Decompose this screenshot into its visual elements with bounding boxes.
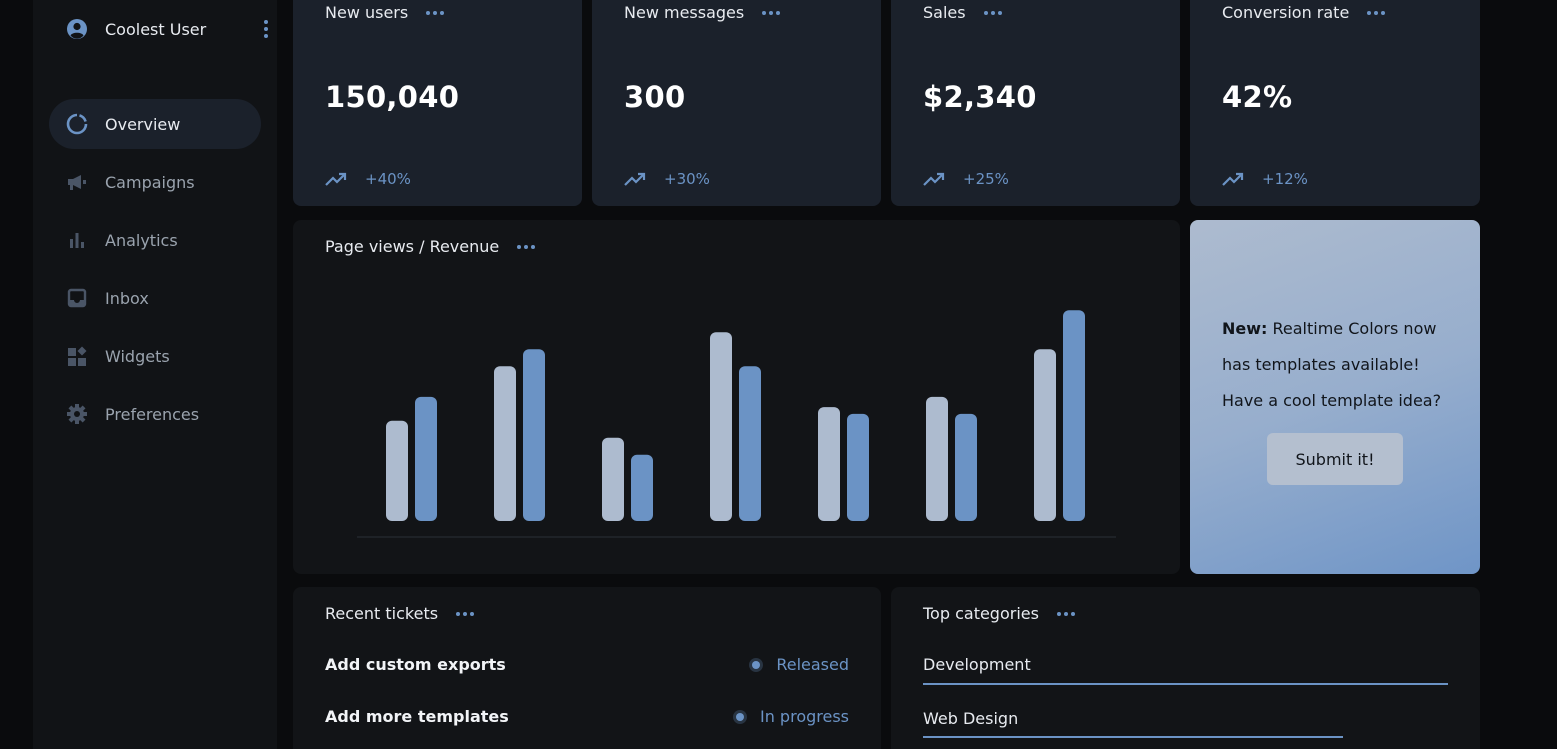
promo-text: New: Realtime Colors now has templates a… bbox=[1222, 311, 1462, 419]
status-dot-icon bbox=[735, 712, 744, 721]
chart-bar bbox=[415, 396, 437, 521]
trending-up-icon bbox=[1222, 172, 1244, 186]
overview-icon bbox=[66, 113, 88, 135]
tickets-title: Recent tickets bbox=[325, 604, 439, 623]
chart-bar bbox=[847, 413, 869, 521]
stat-card-conversion-rate: Conversion rate 42% +12% bbox=[1190, 0, 1480, 206]
sidebar-nav: Overview Campaigns Analytics Inbox Widge… bbox=[49, 99, 261, 447]
chart-bar bbox=[818, 407, 840, 521]
sidebar-item-inbox[interactable]: Inbox bbox=[49, 273, 261, 323]
user-menu-icon[interactable] bbox=[256, 19, 276, 39]
stat-title: Sales bbox=[923, 3, 966, 22]
gear-icon bbox=[66, 403, 88, 425]
chart-bar bbox=[1034, 349, 1056, 521]
chart-bar bbox=[602, 437, 624, 521]
promo-bold: New: bbox=[1222, 319, 1268, 338]
stat-value: 150,040 bbox=[325, 80, 460, 114]
sidebar: Coolest User Overview Campaigns Analytic… bbox=[33, 0, 277, 749]
sidebar-item-label: Overview bbox=[105, 114, 181, 134]
chart-bar bbox=[739, 366, 761, 521]
stat-value: $2,340 bbox=[923, 80, 1037, 114]
more-icon[interactable] bbox=[456, 611, 475, 616]
inbox-icon bbox=[66, 287, 88, 309]
sidebar-item-widgets[interactable]: Widgets bbox=[49, 331, 261, 381]
chart-bar bbox=[710, 332, 732, 521]
sidebar-item-label: Inbox bbox=[105, 288, 149, 308]
categories-title: Top categories bbox=[923, 604, 1039, 623]
ticket-status-label: In progress bbox=[759, 707, 849, 726]
category-label: Development bbox=[923, 655, 1031, 674]
page-views-revenue-card: Page views / Revenue bbox=[293, 220, 1180, 574]
chart-bar bbox=[1063, 310, 1085, 521]
chart-bar bbox=[631, 454, 653, 521]
more-icon[interactable] bbox=[983, 10, 1002, 15]
ticket-row[interactable]: Add custom exports Released bbox=[325, 655, 849, 674]
stat-delta: +12% bbox=[1262, 170, 1308, 188]
widgets-icon bbox=[66, 345, 88, 367]
category-bar bbox=[923, 683, 1448, 685]
ticket-row[interactable]: Add more templates In progress bbox=[325, 707, 849, 726]
category-bar bbox=[923, 736, 1343, 738]
submit-button[interactable]: Submit it! bbox=[1267, 433, 1403, 485]
sidebar-item-label: Analytics bbox=[105, 230, 178, 250]
chart-bar bbox=[523, 349, 545, 521]
stat-title: Conversion rate bbox=[1222, 3, 1350, 22]
ticket-status: Released bbox=[752, 655, 849, 674]
sidebar-item-label: Preferences bbox=[105, 404, 200, 424]
stat-value: 42% bbox=[1222, 80, 1293, 114]
trending-up-icon bbox=[325, 172, 347, 186]
sidebar-item-label: Campaigns bbox=[105, 172, 195, 192]
user-name: Coolest User bbox=[105, 19, 207, 39]
sidebar-item-analytics[interactable]: Analytics bbox=[49, 215, 261, 265]
more-icon[interactable] bbox=[426, 10, 445, 15]
stat-card-new-messages: New messages 300 +30% bbox=[592, 0, 881, 206]
promo-card: New: Realtime Colors now has templates a… bbox=[1190, 220, 1480, 574]
bar-chart-icon bbox=[66, 229, 88, 251]
chart-bar bbox=[494, 366, 516, 521]
stat-delta: +40% bbox=[365, 170, 411, 188]
recent-tickets-card: Recent tickets Add custom exports Releas… bbox=[293, 587, 881, 749]
more-icon[interactable] bbox=[762, 10, 781, 15]
sidebar-item-campaigns[interactable]: Campaigns bbox=[49, 157, 261, 207]
stat-value: 300 bbox=[624, 80, 686, 114]
chart-bar bbox=[926, 396, 948, 521]
stat-delta: +25% bbox=[963, 170, 1009, 188]
more-icon[interactable] bbox=[1367, 10, 1386, 15]
user-profile[interactable]: Coolest User bbox=[66, 16, 268, 42]
user-avatar-icon bbox=[67, 19, 87, 39]
ticket-status: In progress bbox=[735, 707, 849, 726]
stat-card-new-users: New users 150,040 +40% bbox=[293, 0, 582, 206]
stat-title: New messages bbox=[624, 3, 745, 22]
trending-up-icon bbox=[624, 172, 646, 186]
ticket-name: Add custom exports bbox=[325, 655, 506, 674]
more-icon[interactable] bbox=[1056, 611, 1075, 616]
stat-delta: +30% bbox=[664, 170, 710, 188]
top-categories-card: Top categories Development Web Design bbox=[891, 587, 1480, 749]
chart-bar bbox=[955, 413, 977, 521]
stat-card-sales: Sales $2,340 +25% bbox=[891, 0, 1180, 206]
ticket-name: Add more templates bbox=[325, 707, 509, 726]
sidebar-item-preferences[interactable]: Preferences bbox=[49, 389, 261, 439]
ticket-status-label: Released bbox=[776, 655, 849, 674]
category-label: Web Design bbox=[923, 709, 1019, 728]
trending-up-icon bbox=[923, 172, 945, 186]
bar-chart bbox=[357, 310, 1116, 538]
stat-title: New users bbox=[325, 3, 409, 22]
sidebar-item-label: Widgets bbox=[105, 346, 170, 366]
megaphone-icon bbox=[66, 171, 88, 193]
chart-bar bbox=[386, 420, 408, 521]
status-dot-icon bbox=[752, 660, 761, 669]
sidebar-item-overview[interactable]: Overview bbox=[49, 99, 261, 149]
